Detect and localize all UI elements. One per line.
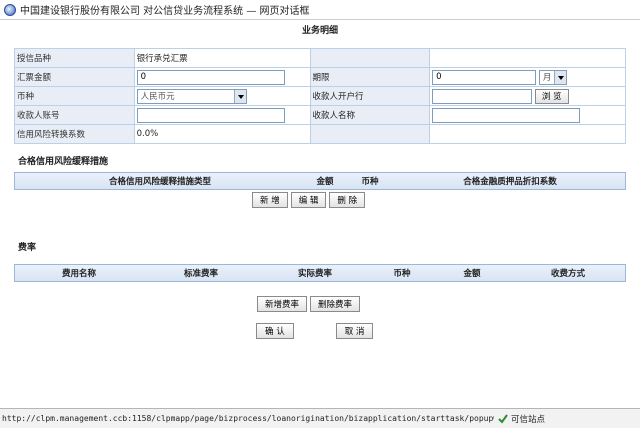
- term-input[interactable]: 0: [432, 69, 537, 85]
- delete-fee-button[interactable]: 删除费率: [310, 296, 361, 312]
- term-unit-select[interactable]: 月: [538, 69, 567, 85]
- column-header: 金额: [316, 177, 334, 187]
- chevron-down-icon: [553, 70, 566, 84]
- column-header: 合格金融质押品折扣系数: [463, 177, 557, 187]
- payee-account-label: 收款人账号: [14, 105, 135, 125]
- dialog-content: 业务明细 授信品种 银行承兑汇票 汇票金额 0 期限 0 月 币种 人民币元 收…: [0, 20, 640, 408]
- delete-mitigation-button[interactable]: 删 除: [329, 192, 366, 208]
- empty-label-cell: [309, 124, 431, 144]
- payee-name-label: 收款人名称: [309, 105, 431, 125]
- edit-mitigation-button[interactable]: 编 辑: [290, 192, 327, 208]
- currency-label: 币种: [14, 86, 135, 106]
- mitigation-section-title: 合格信用风险缓释措施: [18, 157, 109, 167]
- security-zone-label: 可信站点: [511, 414, 546, 425]
- add-fee-button[interactable]: 新增费率: [257, 296, 308, 312]
- ie-icon: [4, 3, 16, 16]
- chevron-down-icon: [233, 89, 246, 103]
- column-header: 金额: [463, 269, 481, 279]
- payee-account-input[interactable]: [136, 107, 285, 123]
- term-label: 期限: [309, 67, 431, 87]
- payee-bank-input[interactable]: [432, 88, 533, 104]
- currency-value: 人民币元: [140, 92, 175, 102]
- currency-select[interactable]: 人民币元: [136, 88, 247, 104]
- add-mitigation-button[interactable]: 新 增: [252, 192, 288, 208]
- fees-button-row: 新增费率 删除费率: [257, 296, 361, 312]
- credit-risk-factor-value: 0.0%: [133, 124, 311, 144]
- column-header: 费用名称: [61, 269, 96, 279]
- status-url: http://clpm.management.ccb:1158/clpmapp/…: [2, 414, 494, 423]
- column-header: 合格信用风险缓释措施类型: [108, 177, 211, 187]
- credit-risk-factor-label: 信用风险转换系数: [14, 124, 135, 144]
- business-detail-form: 授信品种 银行承兑汇票 汇票金额 0 期限 0 月 币种 人民币元 收款人开户行…: [14, 48, 626, 144]
- window-titlebar: 中国建设银行股份有限公司 对公信贷业务流程系统 — 网页对话框: [0, 0, 640, 20]
- mitigation-table-header: 合格信用风险缓释措施类型 金额 币种 合格金融质押品折扣系数: [14, 172, 626, 190]
- column-header: 标准费率: [183, 269, 218, 279]
- payee-name-input[interactable]: [432, 107, 581, 123]
- bill-amount-input[interactable]: 0: [136, 69, 285, 85]
- column-header: 实际费率: [297, 269, 332, 279]
- column-header: 币种: [361, 177, 379, 187]
- bill-amount-label: 汇票金额: [14, 67, 135, 87]
- status-bar: http://clpm.management.ccb:1158/clpmapp/…: [0, 408, 640, 428]
- confirm-button[interactable]: 确 认: [256, 323, 294, 339]
- window-title: 中国建设银行股份有限公司 对公信贷业务流程系统 — 网页对话框: [20, 6, 310, 17]
- cancel-button[interactable]: 取 消: [335, 323, 374, 339]
- dialog-actions: 确 认 取 消: [256, 323, 374, 339]
- page-title: 业务明细: [301, 26, 338, 36]
- empty-label-cell: [309, 48, 431, 68]
- credit-type-value: 银行承兑汇票: [133, 48, 311, 68]
- column-header: 收费方式: [550, 269, 585, 279]
- fees-table-header: 费用名称 标准费率 实际费率 币种 金额 收费方式: [14, 264, 626, 282]
- mitigation-button-row: 新 增 编 辑 删 除: [252, 192, 366, 208]
- fees-section-title: 费率: [18, 243, 37, 253]
- column-header: 币种: [393, 269, 411, 279]
- term-unit-value: 月: [542, 73, 552, 83]
- empty-value-cell: [429, 48, 626, 68]
- browse-button[interactable]: 浏 览: [534, 88, 569, 104]
- empty-value-cell: [429, 124, 626, 144]
- check-icon: [498, 413, 508, 424]
- payee-bank-label: 收款人开户行: [309, 86, 431, 106]
- credit-type-label: 授信品种: [14, 48, 135, 68]
